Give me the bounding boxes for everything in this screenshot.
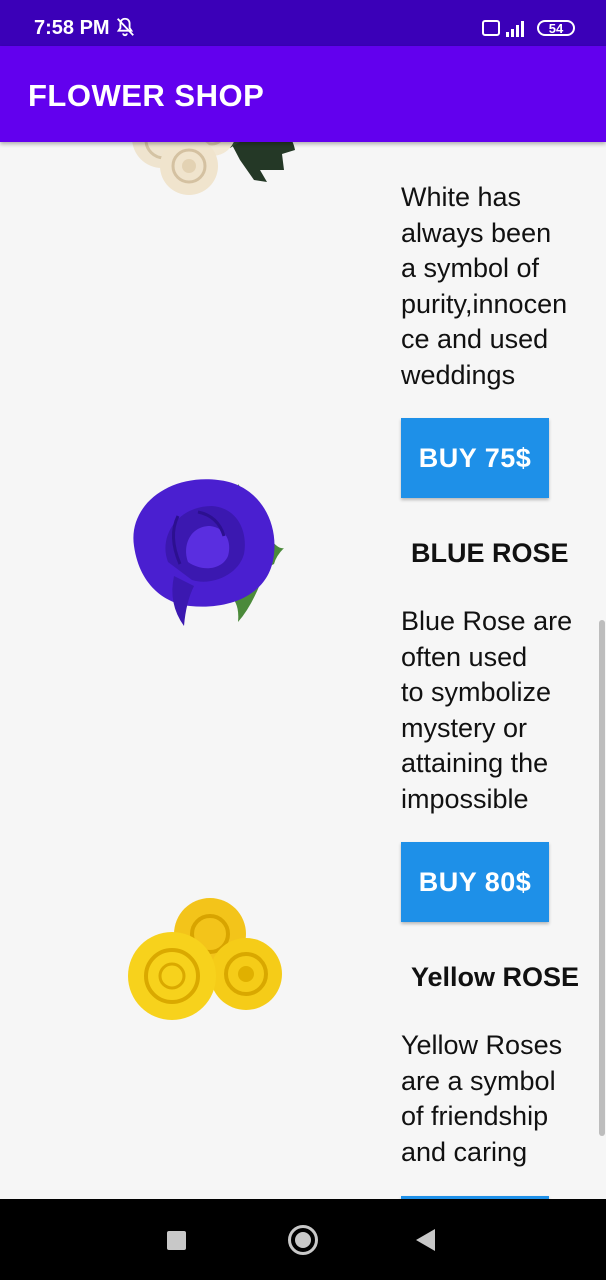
description-line: always been	[401, 217, 552, 248]
description-line: White has	[401, 182, 522, 212]
description-line: are a symbol	[401, 1065, 556, 1096]
description-line: ce and used	[401, 324, 549, 354]
description-line: Yellow Roses	[401, 1030, 563, 1060]
description-line: attaining the	[401, 748, 549, 778]
description-line: often used	[401, 641, 528, 672]
back-icon[interactable]	[416, 1229, 435, 1251]
white-rose-description: White has always been a symbol of purity…	[401, 180, 567, 393]
yellow-rose-image	[128, 898, 282, 1020]
description-line: to symbolize	[401, 677, 552, 707]
blue-rose-title: BLUE ROSE	[411, 538, 569, 568]
buy-blue-rose-button[interactable]: BUY 80$	[401, 842, 549, 922]
flower-list[interactable]: White has always been a symbol of purity…	[0, 142, 606, 1199]
description-line: of friendship	[401, 1101, 549, 1131]
status-time: 7:58 PM	[34, 17, 110, 39]
recent-apps-icon[interactable]	[167, 1231, 186, 1250]
signal-icon	[506, 21, 524, 37]
description-line: and caring	[401, 1136, 528, 1167]
description-line: impossible	[401, 783, 529, 814]
blue-rose-image	[133, 479, 284, 626]
bell-off-icon	[116, 17, 134, 37]
battery-icon: 54	[537, 20, 575, 36]
volte-icon	[482, 20, 500, 36]
app-bar: FLOWER SHOP	[0, 46, 606, 142]
description-line: mystery or	[401, 712, 528, 743]
status-bar: 7:58 PM 54	[0, 0, 606, 46]
white-rose-image	[132, 142, 295, 195]
description-line: a symbol of	[401, 253, 540, 283]
buy-white-rose-button[interactable]: BUY 75$	[401, 418, 549, 498]
yellow-rose-title: Yellow ROSE	[411, 962, 580, 992]
app-title: FLOWER SHOP	[28, 78, 265, 113]
scrollbar[interactable]	[599, 620, 605, 1136]
yellow-rose-description: Yellow Roses are a symbol of friendship …	[401, 1028, 562, 1170]
home-icon[interactable]	[288, 1225, 318, 1255]
blue-rose-description: Blue Rose are often used to symbolize my…	[401, 604, 572, 817]
description-line: Blue Rose are	[401, 606, 573, 636]
description-line: weddings	[401, 359, 516, 390]
description-line: purity,innocen	[401, 288, 568, 319]
